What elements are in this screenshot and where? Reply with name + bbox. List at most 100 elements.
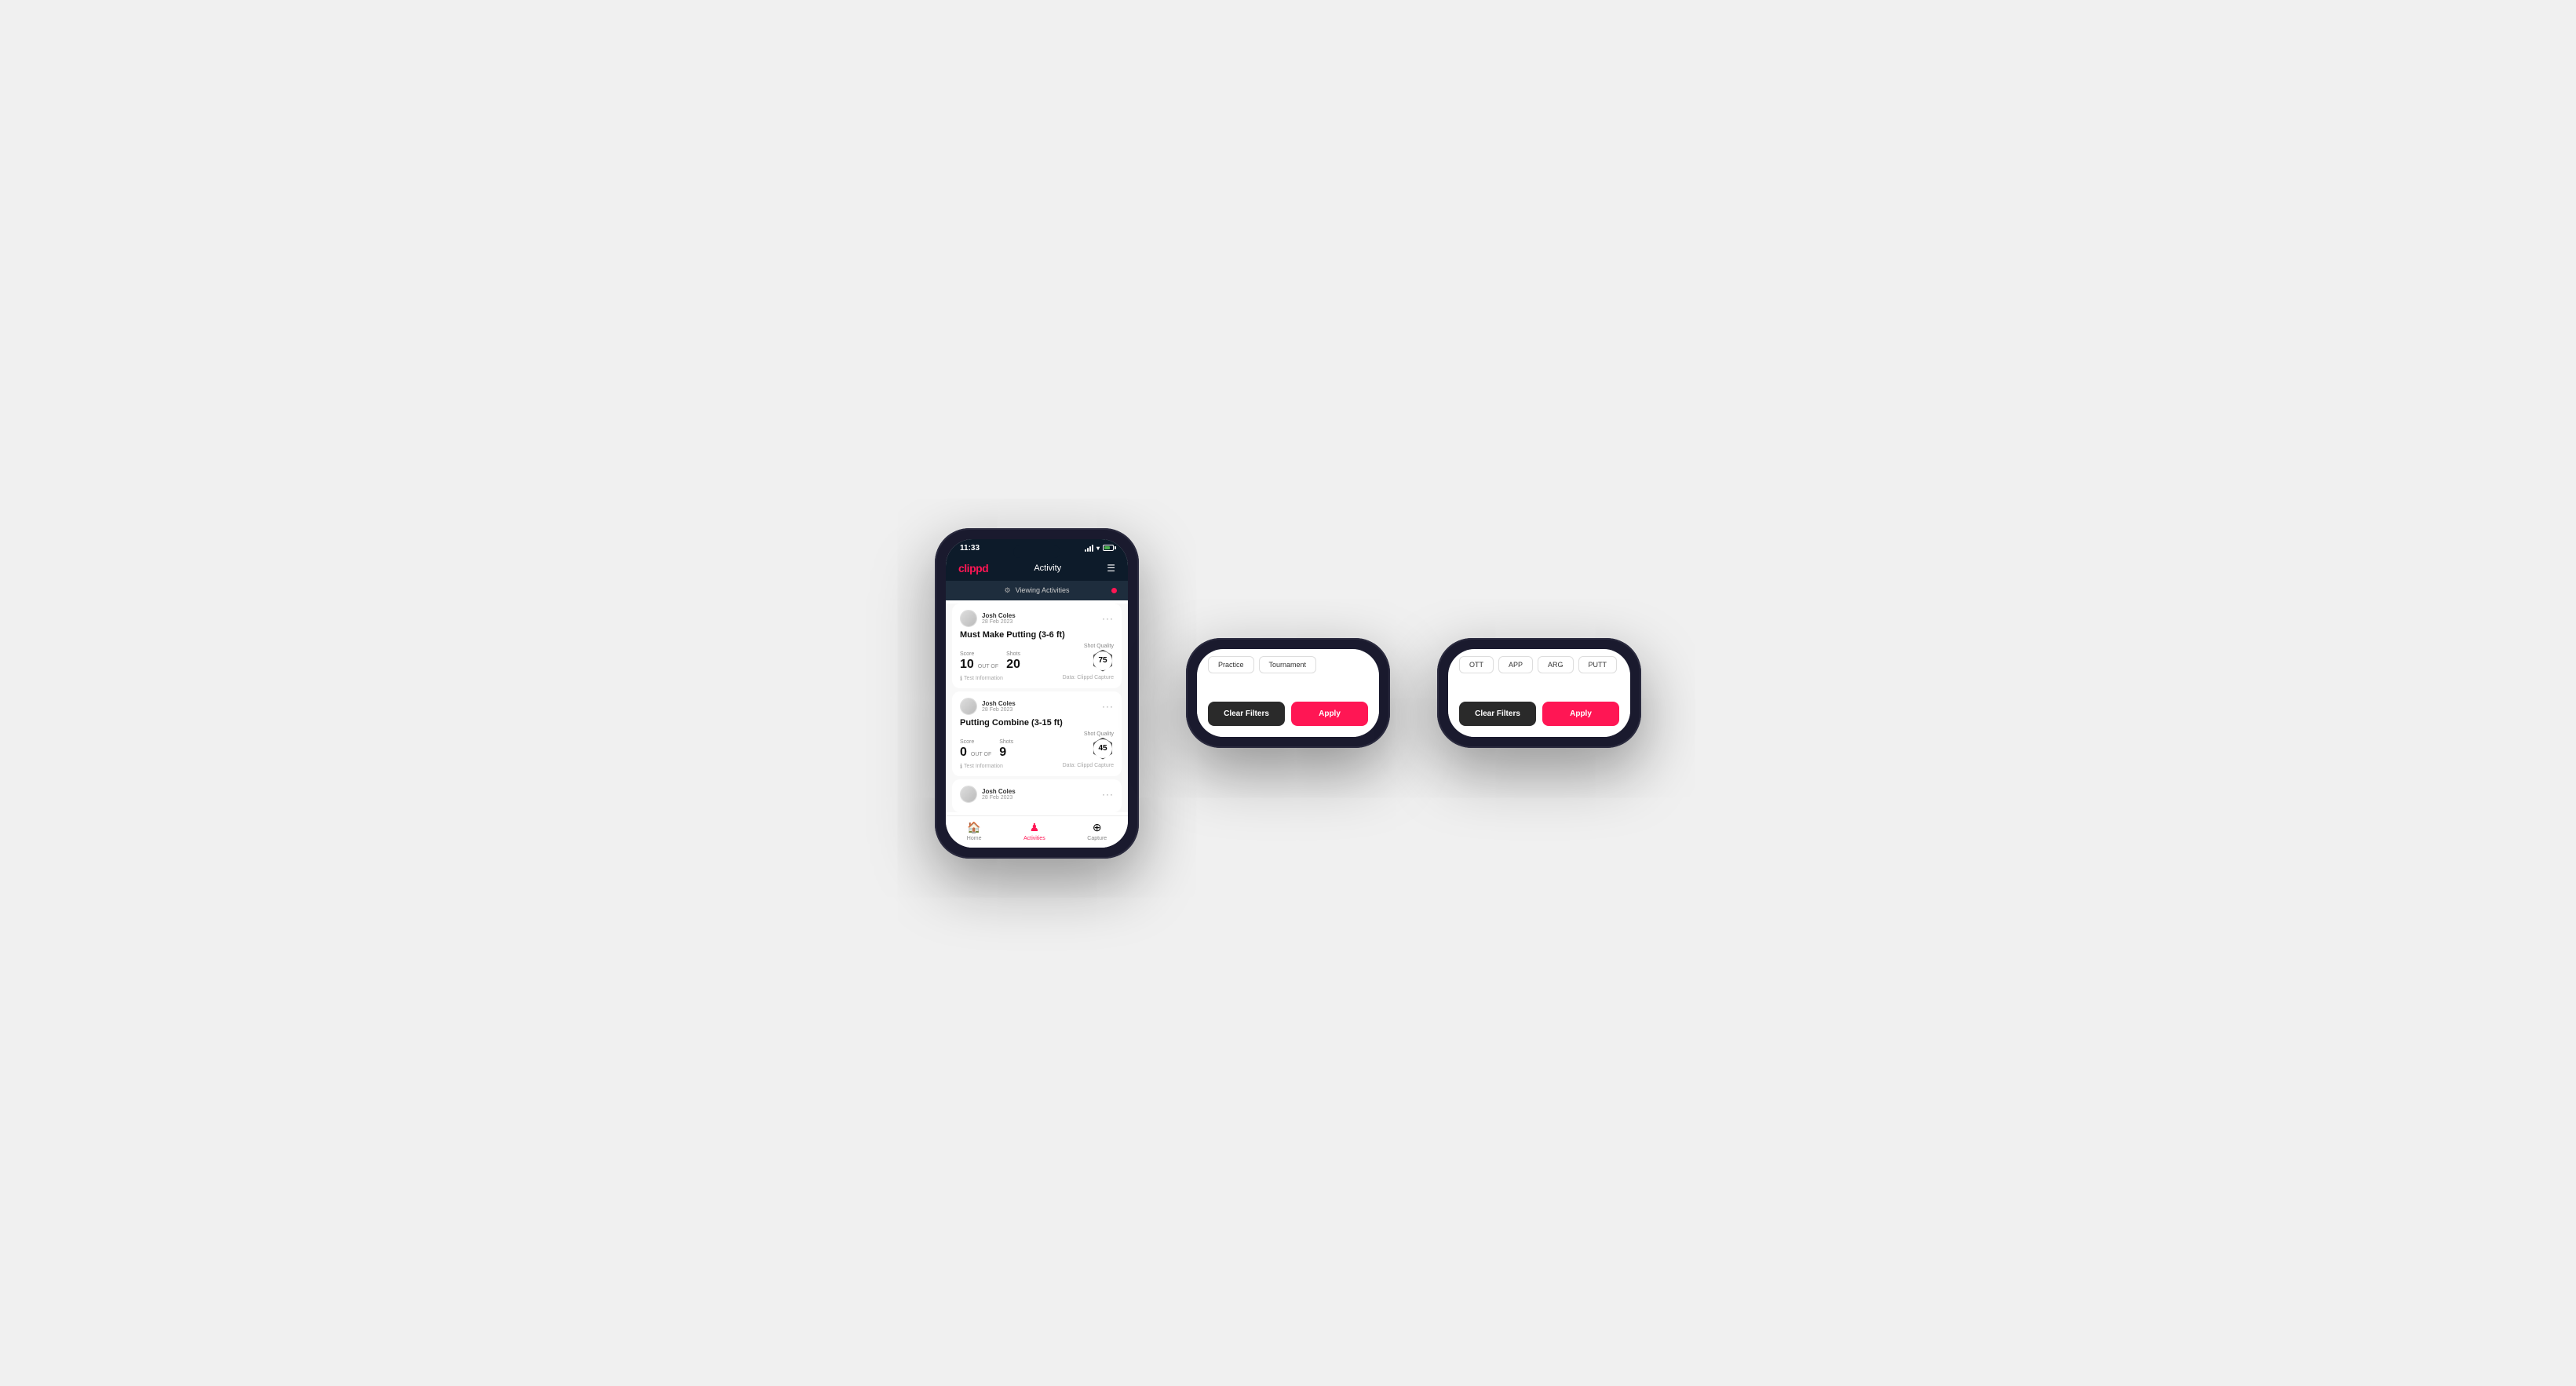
quality-badge-1: 75 — [1092, 650, 1114, 672]
activities-icon-1: ♟ — [1030, 821, 1040, 834]
phone-3-screen: 11:33 ▾ clippd Activity ☰ — [1448, 649, 1630, 737]
user-info-2: Josh Coles 28 Feb 2023 — [982, 700, 1016, 713]
bottom-nav-1: 🏠 Home ♟ Activities ⊕ Capture — [946, 815, 1128, 848]
user-info-3: Josh Coles 28 Feb 2023 — [982, 788, 1016, 801]
filter-body-2: Show Rounds Practice Drills Rounds Pract… — [1197, 649, 1379, 694]
filter-actions-2: Clear Filters Apply — [1197, 694, 1379, 737]
red-dot-1 — [1111, 588, 1117, 593]
card-header-2: Josh Coles 28 Feb 2023 ··· — [960, 698, 1114, 715]
shots-value-2: 9 — [999, 746, 1006, 759]
score-label-1: Score — [960, 651, 1000, 657]
phone-2-screen: 11:33 ▾ clippd Activity ☰ — [1197, 649, 1379, 737]
app-pill-3[interactable]: APP — [1498, 656, 1533, 673]
phone-1: 11:33 ▾ clippd Activity ☰ — [935, 528, 1139, 859]
apply-btn-2[interactable]: Apply — [1291, 702, 1368, 726]
user-name-1: Josh Coles — [982, 612, 1016, 619]
card-header-1: Josh Coles 28 Feb 2023 ··· — [960, 610, 1114, 627]
info-2: ℹ Test Information — [960, 763, 1003, 770]
activities-label-1: Activities — [1023, 836, 1045, 841]
clear-filters-btn-3[interactable]: Clear Filters — [1459, 702, 1536, 726]
shots-label-2: Shots — [999, 739, 1013, 745]
card-header-3: Josh Coles 28 Feb 2023 ··· — [960, 786, 1114, 803]
shots-group-1: Shots 20 — [1006, 651, 1020, 672]
practice-pill-2[interactable]: Practice — [1208, 656, 1254, 673]
viewing-bar-1[interactable]: ⚙ Viewing Activities — [946, 581, 1128, 600]
card-user-1: Josh Coles 28 Feb 2023 — [960, 610, 1016, 627]
user-date-2: 28 Feb 2023 — [982, 707, 1016, 713]
dynamic-island-1 — [1013, 545, 1060, 558]
activity-card-2: Josh Coles 28 Feb 2023 ··· Putting Combi… — [952, 691, 1122, 776]
card-menu-2[interactable]: ··· — [1102, 701, 1114, 712]
activity-card-3: Josh Coles 28 Feb 2023 ··· — [952, 779, 1122, 812]
user-name-2: Josh Coles — [982, 700, 1016, 707]
logo-1: clippd — [958, 562, 988, 574]
card-stats-2: Score 0 OUT OF Shots 9 Shot Quality — [960, 731, 1114, 760]
app-navbar-1: clippd Activity ☰ — [946, 556, 1128, 581]
card-user-3: Josh Coles 28 Feb 2023 — [960, 786, 1016, 803]
filter-actions-3: Clear Filters Apply — [1448, 694, 1630, 737]
ott-pill-3[interactable]: OTT — [1459, 656, 1494, 673]
out-of-1: OUT OF — [978, 664, 998, 669]
card-footer-1: ℹ Test Information Data: Clippd Capture — [960, 675, 1114, 682]
quality-label-1: Shot Quality — [1084, 644, 1114, 649]
capture-icon-1: ⊕ — [1093, 821, 1102, 834]
quality-group-1: Shot Quality 75 — [1027, 644, 1114, 672]
filter-icon-1: ⚙ — [1005, 586, 1011, 595]
user-date-1: 28 Feb 2023 — [982, 619, 1016, 625]
score-group-1: Score 10 OUT OF — [960, 651, 1000, 672]
phone-1-screen: 11:33 ▾ clippd Activity ☰ — [946, 539, 1128, 848]
user-name-3: Josh Coles — [982, 788, 1016, 795]
home-icon-1: 🏠 — [967, 821, 980, 834]
phone-2: 11:33 ▾ clippd Activity ☰ — [1186, 638, 1390, 748]
arg-pill-3[interactable]: ARG — [1538, 656, 1574, 673]
info-1: ℹ Test Information — [960, 675, 1003, 682]
card-title-1: Must Make Putting (3-6 ft) — [960, 630, 1114, 640]
viewing-text-1: Viewing Activities — [1016, 586, 1070, 594]
card-user-2: Josh Coles 28 Feb 2023 — [960, 698, 1016, 715]
drills-section-label-3: Practice Drills — [1459, 649, 1619, 651]
filter-modal-3: Filter ✕ Show Rounds Practice Drills Pra… — [1448, 649, 1630, 737]
battery-icon-1 — [1103, 545, 1114, 551]
rounds-section-label-2: Rounds — [1208, 649, 1368, 651]
home-label-1: Home — [967, 836, 982, 841]
phone-3: 11:33 ▾ clippd Activity ☰ — [1437, 638, 1641, 748]
quality-badge-2: 45 — [1092, 738, 1114, 760]
capture-label-1: Capture — [1087, 836, 1107, 841]
scene: 11:33 ▾ clippd Activity ☰ — [888, 481, 1688, 906]
clear-filters-btn-2[interactable]: Clear Filters — [1208, 702, 1285, 726]
quality-group-2: Shot Quality 45 — [1020, 731, 1114, 760]
quality-label-2: Shot Quality — [1084, 731, 1114, 737]
nav-capture-1[interactable]: ⊕ Capture — [1087, 821, 1107, 841]
apply-btn-3[interactable]: Apply — [1542, 702, 1619, 726]
score-label-2: Score — [960, 739, 993, 745]
card-menu-3[interactable]: ··· — [1102, 789, 1114, 800]
avatar-3 — [960, 786, 977, 803]
tournament-pill-2[interactable]: Tournament — [1259, 656, 1317, 673]
time-1: 11:33 — [960, 544, 980, 553]
shots-group-2: Shots 9 — [999, 739, 1013, 760]
nav-title-1: Activity — [1034, 564, 1061, 573]
filter-body-3: Show Rounds Practice Drills Practice Dri… — [1448, 649, 1630, 694]
shots-label-1: Shots — [1006, 651, 1020, 657]
menu-icon-1[interactable]: ☰ — [1107, 563, 1115, 574]
wifi-icon-1: ▾ — [1096, 545, 1100, 552]
rounds-pills-2: Practice Tournament — [1208, 656, 1368, 673]
avatar-1 — [960, 610, 977, 627]
card-title-2: Putting Combine (3-15 ft) — [960, 718, 1114, 728]
shots-value-1: 20 — [1006, 658, 1020, 671]
card-menu-1[interactable]: ··· — [1102, 613, 1114, 624]
nav-activities-1[interactable]: ♟ Activities — [1023, 821, 1045, 841]
avatar-2 — [960, 698, 977, 715]
score-value-2: 0 — [960, 746, 967, 760]
nav-home-1[interactable]: 🏠 Home — [967, 821, 982, 841]
card-stats-1: Score 10 OUT OF Shots 20 Shot Quality — [960, 644, 1114, 672]
activity-card-1: Josh Coles 28 Feb 2023 ··· Must Make Put… — [952, 604, 1122, 688]
filter-modal-2: Filter ✕ Show Rounds Practice Drills Rou… — [1197, 649, 1379, 737]
putt-pill-3[interactable]: PUTT — [1578, 656, 1618, 673]
user-date-3: 28 Feb 2023 — [982, 795, 1016, 801]
card-footer-2: ℹ Test Information Data: Clippd Capture — [960, 763, 1114, 770]
out-of-2: OUT OF — [971, 752, 991, 757]
user-info-1: Josh Coles 28 Feb 2023 — [982, 612, 1016, 625]
drills-pills-3: OTT APP ARG PUTT — [1459, 656, 1619, 673]
activity-list-1: Josh Coles 28 Feb 2023 ··· Must Make Put… — [946, 604, 1128, 812]
